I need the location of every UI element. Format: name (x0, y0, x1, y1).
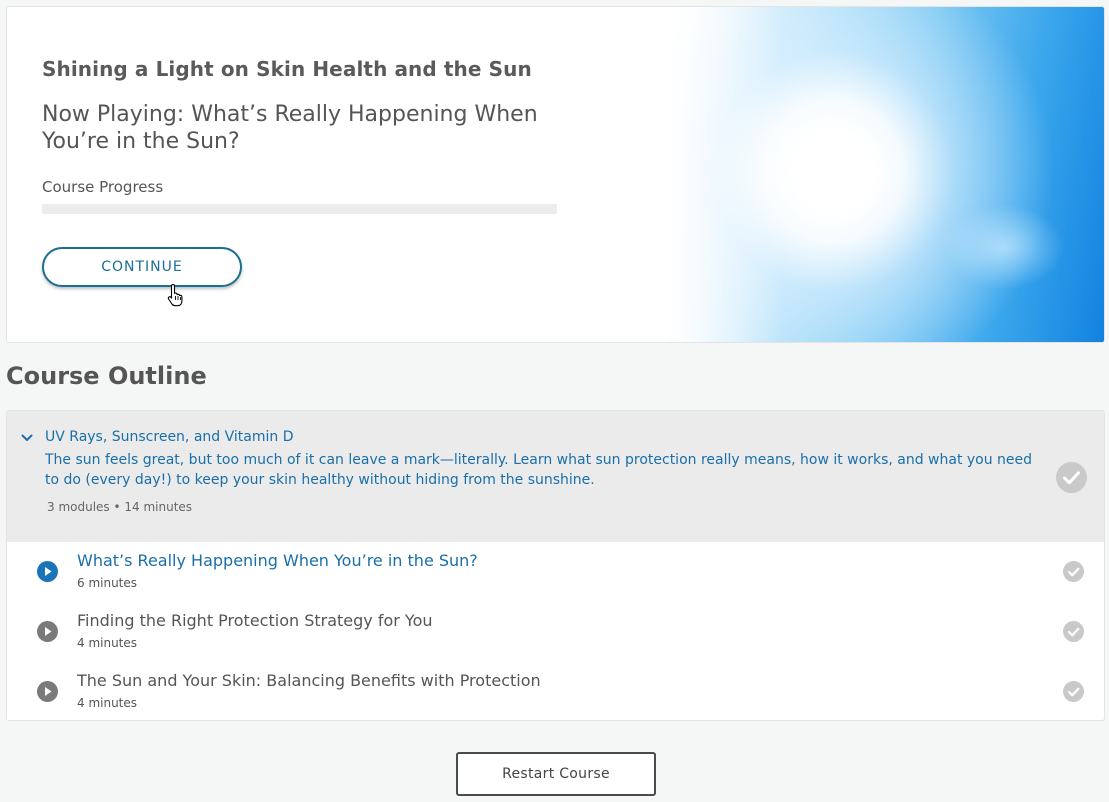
play-circle-icon[interactable] (37, 681, 58, 702)
module-duration: 4 minutes (77, 636, 138, 650)
module-duration: 6 minutes (77, 576, 138, 590)
module-duration: 4 minutes (77, 696, 138, 710)
module-title[interactable]: What’s Really Happening When You’re in t… (77, 551, 478, 570)
course-hero-card: Shining a Light on Skin Health and the S… (6, 6, 1105, 343)
progress-label: Course Progress (42, 178, 164, 196)
progress-bar (42, 204, 557, 214)
hand-cursor-icon (167, 283, 183, 307)
now-playing-title: Now Playing: What’s Really Happening Whe… (42, 102, 538, 154)
restart-course-button[interactable]: Restart Course (456, 752, 656, 796)
section-title[interactable]: UV Rays, Sunscreen, and Vitamin D (45, 429, 293, 445)
section-meta: 3 modules • 14 minutes (47, 500, 193, 514)
module-item[interactable]: Finding the Right Protection Strategy fo… (7, 602, 1104, 662)
course-title: Shining a Light on Skin Health and the S… (42, 57, 532, 81)
check-circle-icon (1063, 621, 1084, 642)
continue-button[interactable]: CONTINUE (42, 247, 242, 287)
chevron-down-icon[interactable] (21, 433, 33, 443)
section-description: The sun feels great, but too much of it … (45, 452, 1033, 488)
section-header[interactable]: UV Rays, Sunscreen, and Vitamin D The su… (7, 411, 1104, 542)
module-item[interactable]: The Sun and Your Skin: Balancing Benefit… (7, 662, 1104, 720)
module-title[interactable]: The Sun and Your Skin: Balancing Benefit… (77, 671, 541, 690)
module-title[interactable]: Finding the Right Protection Strategy fo… (77, 611, 433, 630)
check-circle-icon (1056, 462, 1087, 493)
check-circle-icon (1063, 681, 1084, 702)
module-item[interactable]: What’s Really Happening When You’re in t… (7, 542, 1104, 602)
check-circle-icon (1063, 561, 1084, 582)
play-circle-icon[interactable] (37, 621, 58, 642)
course-outline-heading: Course Outline (6, 362, 207, 390)
sun-sky-image (664, 7, 1104, 342)
play-circle-icon[interactable] (37, 561, 58, 582)
course-outline-card: UV Rays, Sunscreen, and Vitamin D The su… (6, 410, 1105, 721)
